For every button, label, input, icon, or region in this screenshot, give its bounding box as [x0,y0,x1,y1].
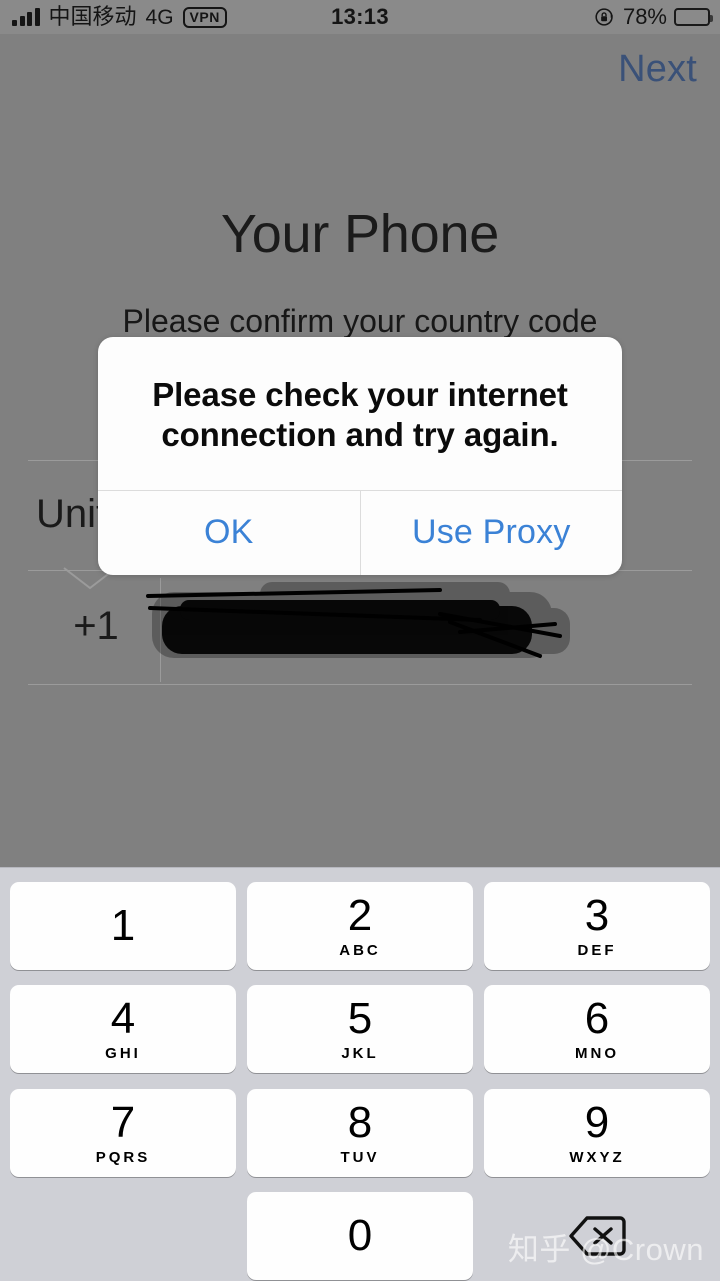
alert-actions: OK Use Proxy [98,489,623,575]
status-bar: 中国移动 4G VPN 13:13 78% [0,0,720,34]
alert-message: Please check your internet connection an… [152,376,568,454]
status-bar-right: 78% [594,4,713,29]
phone-screen: 中国移动 4G VPN 13:13 78% Next Your Phone Pl… [0,0,720,1281]
alert-body: Please check your internet connection an… [98,337,622,490]
alert-ok-button[interactable]: OK [98,491,360,575]
modal-dim-overlay [0,34,720,1281]
battery-percent-label: 78% [622,4,667,29]
battery-icon [674,8,713,26]
alert-use-proxy-button[interactable]: Use Proxy [359,490,623,575]
alert-dialog: Please check your internet connection an… [98,337,622,575]
rotation-lock-icon [594,6,616,28]
